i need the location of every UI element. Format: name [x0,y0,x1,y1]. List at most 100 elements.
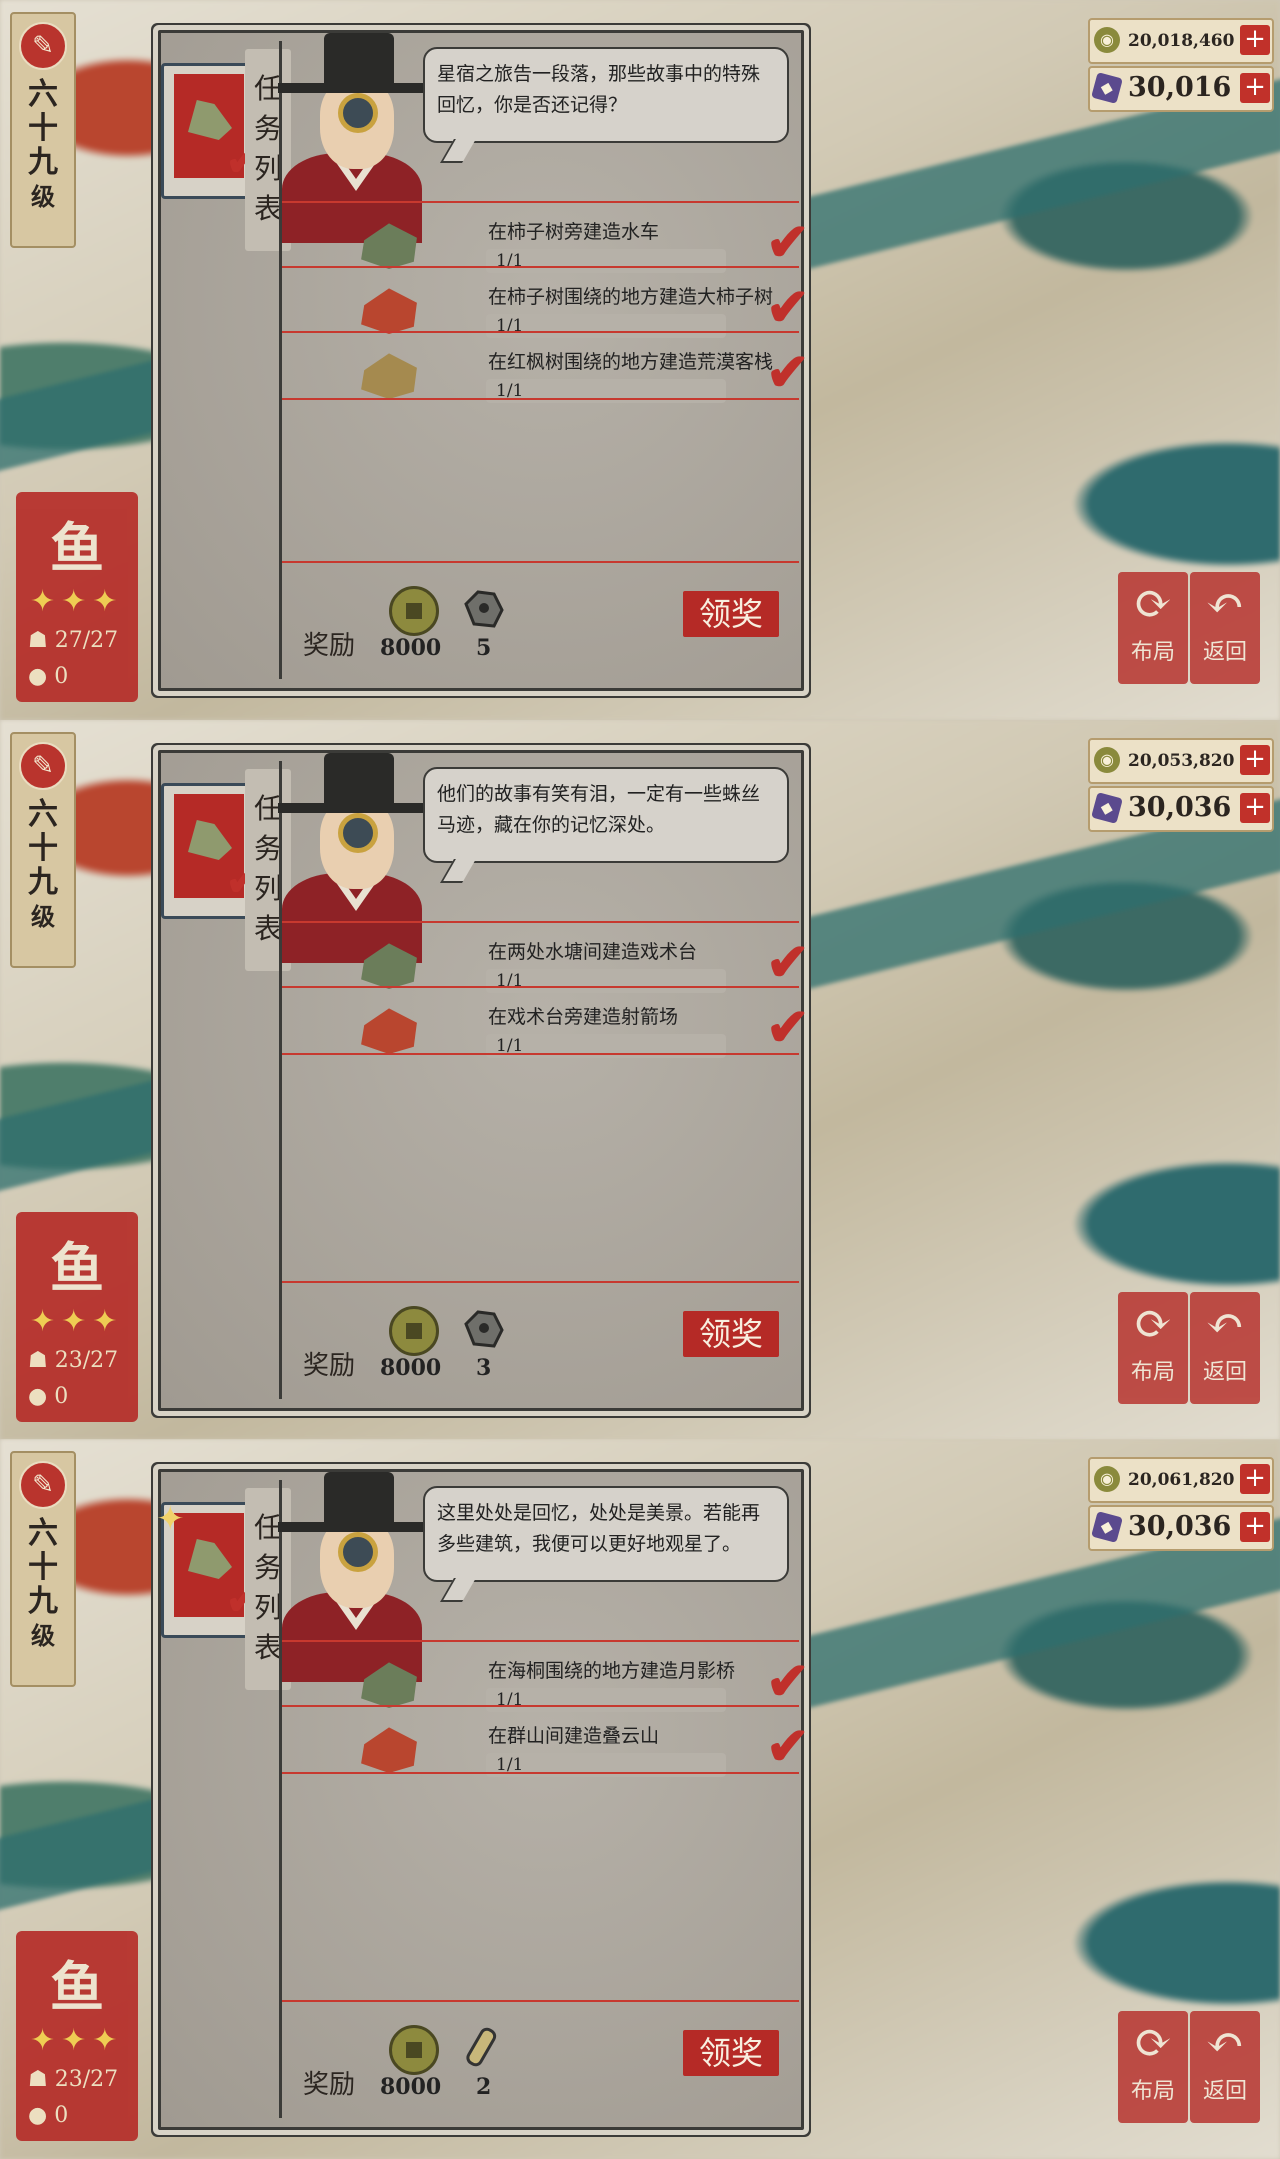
character-card[interactable]: 鱼 ✦✦✦ ☗ 23/27 ● 0 [16,1931,138,2141]
coin-count: 0 [54,1384,69,1409]
task-name: 在海桐围绕的地方建造月影桥 [488,1660,736,1682]
building-icon [361,288,417,334]
official-hat [324,33,394,85]
compass-icon: ✎ [19,22,67,70]
task-row[interactable]: 在群山间建造叠云山 1/1 ✔ [282,1707,810,1795]
telescope-lens-icon [338,813,378,853]
add-gems-button[interactable]: + [1240,73,1270,103]
reward-divider [282,561,799,563]
item-reward-value: 5 [476,635,492,661]
add-gems-button[interactable]: + [1240,793,1270,823]
coin-count: 0 [54,664,69,689]
telescope-lens-icon [338,1532,378,1572]
task-dialog: ✔ 任 务 列 表 他们的故事有笑有泪，一定有一些蛛丝马迹，藏在你的记忆深处。 … [158,750,810,1411]
level-badge[interactable]: ✎ 六 十 九 级 [10,732,76,968]
character-count: ☗ 27/27 [28,628,119,653]
add-coins-button[interactable]: + [1240,1464,1270,1494]
coin-counter: ◉ 20,053,820 + [1088,738,1274,784]
back-button[interactable]: ↶ 返回 [1190,572,1260,684]
level-char: 六 [28,1516,58,1551]
claim-reward-button[interactable]: 领奖 [683,2030,779,2076]
claim-reward-button[interactable]: 领奖 [683,1311,779,1357]
check-icon: ✔ [766,212,810,273]
item-reward-value: 3 [476,1355,492,1381]
task-dialog: ✔ ✦ 任 务 列 表 这里处处是回忆，处处是美景。若能再多些建筑，我便可以更好… [156,1469,810,2130]
back-arrow-icon: ↶ [1205,2015,1245,2069]
task-name: 在两处水塘间建造戏术台 [488,941,698,963]
star-rating: ✦✦✦ [30,584,124,619]
back-button[interactable]: ↶ 返回 [1190,1292,1260,1404]
character-name: 鱼 [50,516,104,580]
add-coins-button[interactable]: + [1240,745,1270,775]
mountain-picture [188,1539,232,1579]
gem-counter: ◆ 30,036 + [1088,1505,1274,1551]
speech-text: 他们的故事有笑有泪，一定有一些蛛丝马迹，藏在你的记忆深处。 [437,783,761,836]
speech-text: 星宿之旅告一段落，那些故事中的特殊回忆，你是否还记得？ [437,63,761,116]
layout-label: 布局 [1130,640,1175,665]
level-char: 级 [31,182,55,211]
layout-button[interactable]: ⟳ 布局 [1118,2011,1188,2123]
compass-icon: ✎ [19,742,67,790]
gem-counter: ◆ 30,036 + [1088,786,1274,832]
level-char: 十 [28,831,58,866]
character-count: ☗ 23/27 [28,1348,119,1373]
coin-icon: ◉ [1094,27,1120,53]
mountain-picture [188,100,232,140]
back-label: 返回 [1202,2079,1247,2104]
telescope-lens-icon [338,93,378,133]
character-card[interactable]: 鱼 ✦✦✦ ☗ 27/27 ● 0 [16,492,138,702]
count-value: 23/27 [54,1348,119,1373]
level-text: 六 十 九 级 [12,798,74,934]
reward-divider [282,2000,799,2002]
task-name: 在戏术台旁建造射箭场 [488,1006,679,1028]
coin-reward-value: 8000 [380,635,442,661]
speech-text: 这里处处是回忆，处处是美景。若能再多些建筑，我便可以更好地观星了。 [437,1502,761,1555]
check-icon: ✔ [766,277,810,338]
screen-panel: ✎ 六 十 九 级 鱼 ✦✦✦ ☗ 23/27 ● 0 ◉ 20,053,820… [0,720,1280,1440]
speech-bubble: 星宿之旅告一段落，那些故事中的特殊回忆，你是否还记得？ [423,47,789,143]
sparkle-icon: ✦ [156,1499,185,1539]
screen-panel: ✎ 六 十 九 级 鱼 ✦✦✦ ☗ 27/27 ● 0 ◉ 20,018,460… [0,0,1280,720]
screen-panel: ✎ 六 十 九 级 鱼 ✦✦✦ ☗ 23/27 ● 0 ◉ 20,061,820… [0,1439,1280,2159]
claim-reward-button[interactable]: 领奖 [683,591,779,637]
level-text: 六 十 九 级 [12,1517,74,1653]
layout-button[interactable]: ⟳ 布局 [1118,1292,1188,1404]
character-card[interactable]: 鱼 ✦✦✦ ☗ 23/27 ● 0 [16,1212,138,1422]
star-rating: ✦✦✦ [30,1304,124,1339]
level-badge[interactable]: ✎ 六 十 九 级 [10,1451,76,1687]
jade-icon: ◆ [1091,792,1123,824]
level-char: 级 [31,902,55,931]
coin-counter: ◉ 20,018,460 + [1088,18,1274,64]
character-coin: ● 0 [28,664,69,689]
character-name: 鱼 [50,1236,104,1300]
check-icon: ✔ [766,932,810,993]
count-value: 27/27 [54,628,119,653]
check-icon: ✔ [766,342,810,403]
coin-icon: ◉ [1094,1466,1120,1492]
task-name: 在柿子树旁建造水车 [488,221,660,243]
reward-label: 奖励 [303,631,356,661]
task-row[interactable]: 在红枫树围绕的地方建造荒漠客栈 1/1 ✔ [282,333,810,421]
layout-icon: ⟳ [1133,2015,1173,2069]
coin-value: 20,018,460 [1128,31,1235,51]
copper-coin-icon [389,2025,439,2075]
building-icon [361,1662,417,1708]
add-gems-button[interactable]: + [1240,1512,1270,1542]
building-icon [361,1727,417,1773]
coin-value: 20,061,820 [1128,1470,1235,1490]
reward-label: 奖励 [303,2070,356,2100]
gem-value: 30,036 [1128,792,1232,823]
official-hat [324,1472,394,1524]
task-row[interactable]: 在戏术台旁建造射箭场 1/1 ✔ [282,988,810,1076]
level-char: 十 [28,111,58,146]
compass-icon: ✎ [19,1461,67,1509]
add-coins-button[interactable]: + [1240,25,1270,55]
back-button[interactable]: ↶ 返回 [1190,2011,1260,2123]
level-badge[interactable]: ✎ 六 十 九 级 [10,12,76,248]
task-name: 在群山间建造叠云山 [488,1725,660,1747]
copper-coin-icon [389,1306,439,1356]
jade-icon: ◆ [1091,1511,1123,1543]
coin-reward-value: 8000 [380,2074,442,2100]
level-text: 六 十 九 级 [12,78,74,214]
layout-button[interactable]: ⟳ 布局 [1118,572,1188,684]
